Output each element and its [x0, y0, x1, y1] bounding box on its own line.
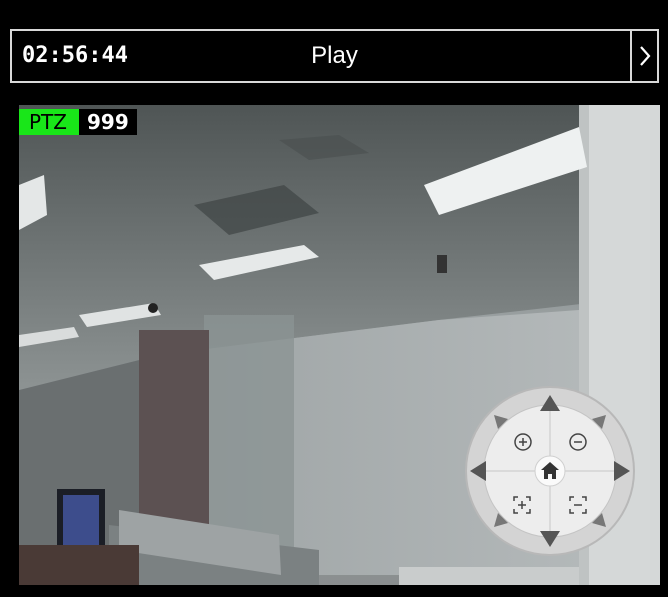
page-title: Play: [311, 42, 358, 69]
arrow-up-right-icon[interactable]: [592, 415, 606, 429]
arrow-down-icon[interactable]: [540, 531, 560, 547]
arrow-up-icon[interactable]: [540, 395, 560, 411]
top-bar: 02:56:44 Play: [10, 29, 659, 83]
zoom-out-icon[interactable]: [568, 432, 588, 452]
ptz-label: PTZ: [19, 109, 79, 135]
ptz-badge: PTZ 999: [19, 109, 137, 135]
chevron-right-icon: [639, 46, 650, 66]
arrow-down-right-icon[interactable]: [592, 513, 606, 527]
arrow-down-left-icon[interactable]: [494, 513, 508, 527]
zoom-in-icon[interactable]: [513, 432, 533, 452]
focus-far-icon[interactable]: [568, 495, 588, 515]
ptz-control-pad: [464, 385, 636, 557]
arrow-right-icon[interactable]: [614, 461, 630, 481]
next-button[interactable]: [630, 31, 657, 81]
arrow-left-icon[interactable]: [470, 461, 486, 481]
ptz-preset-number: 999: [78, 109, 137, 135]
arrow-up-left-icon[interactable]: [494, 415, 508, 429]
focus-near-icon[interactable]: [512, 495, 532, 515]
home-icon[interactable]: [534, 455, 566, 487]
